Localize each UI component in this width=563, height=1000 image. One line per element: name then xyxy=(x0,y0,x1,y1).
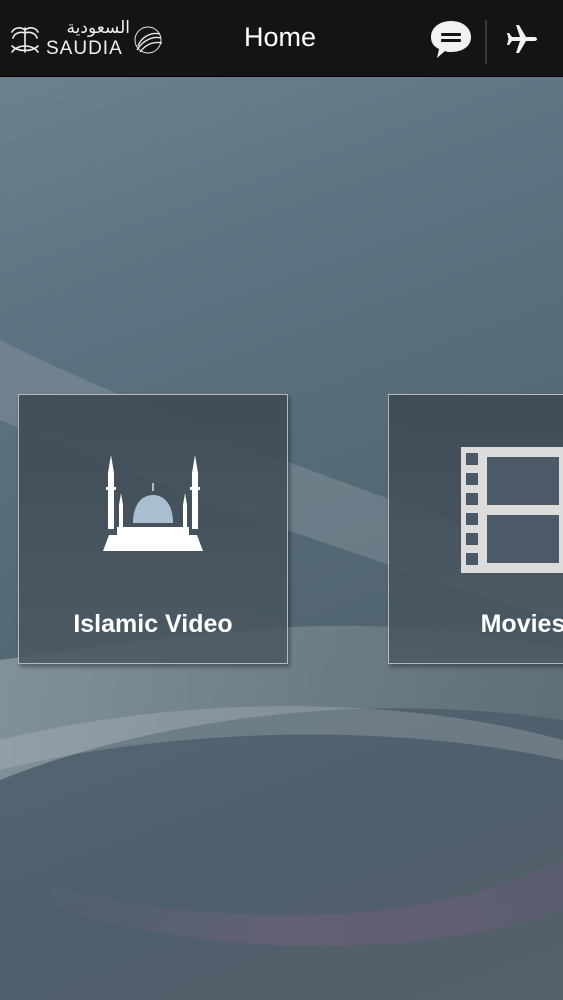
tile-movies[interactable]: Movies xyxy=(388,394,563,664)
skyteam-mark-icon xyxy=(134,26,163,54)
film-strip-icon xyxy=(461,447,563,573)
chat-bubble-icon[interactable] xyxy=(428,18,474,62)
tile-islamic-video[interactable]: Islamic Video xyxy=(18,394,288,664)
tile-label-movies: Movies xyxy=(480,610,563,638)
page-title: Home xyxy=(243,22,317,52)
header-divider xyxy=(485,20,487,64)
home-screen: السعودية SAUDIA Home Islamic Video Movie… xyxy=(0,0,563,1000)
tile-label-islamic-video: Islamic Video xyxy=(73,610,233,638)
airplane-icon[interactable] xyxy=(505,22,539,56)
mosque-icon xyxy=(103,455,203,551)
saudia-logo[interactable]: السعودية SAUDIA xyxy=(8,18,163,62)
top-bar: السعودية SAUDIA Home xyxy=(0,0,563,77)
logo-latin-text: SAUDIA xyxy=(46,38,123,59)
logo-arabic-text: السعودية xyxy=(66,18,130,38)
palm-swords-emblem-icon xyxy=(11,27,39,53)
